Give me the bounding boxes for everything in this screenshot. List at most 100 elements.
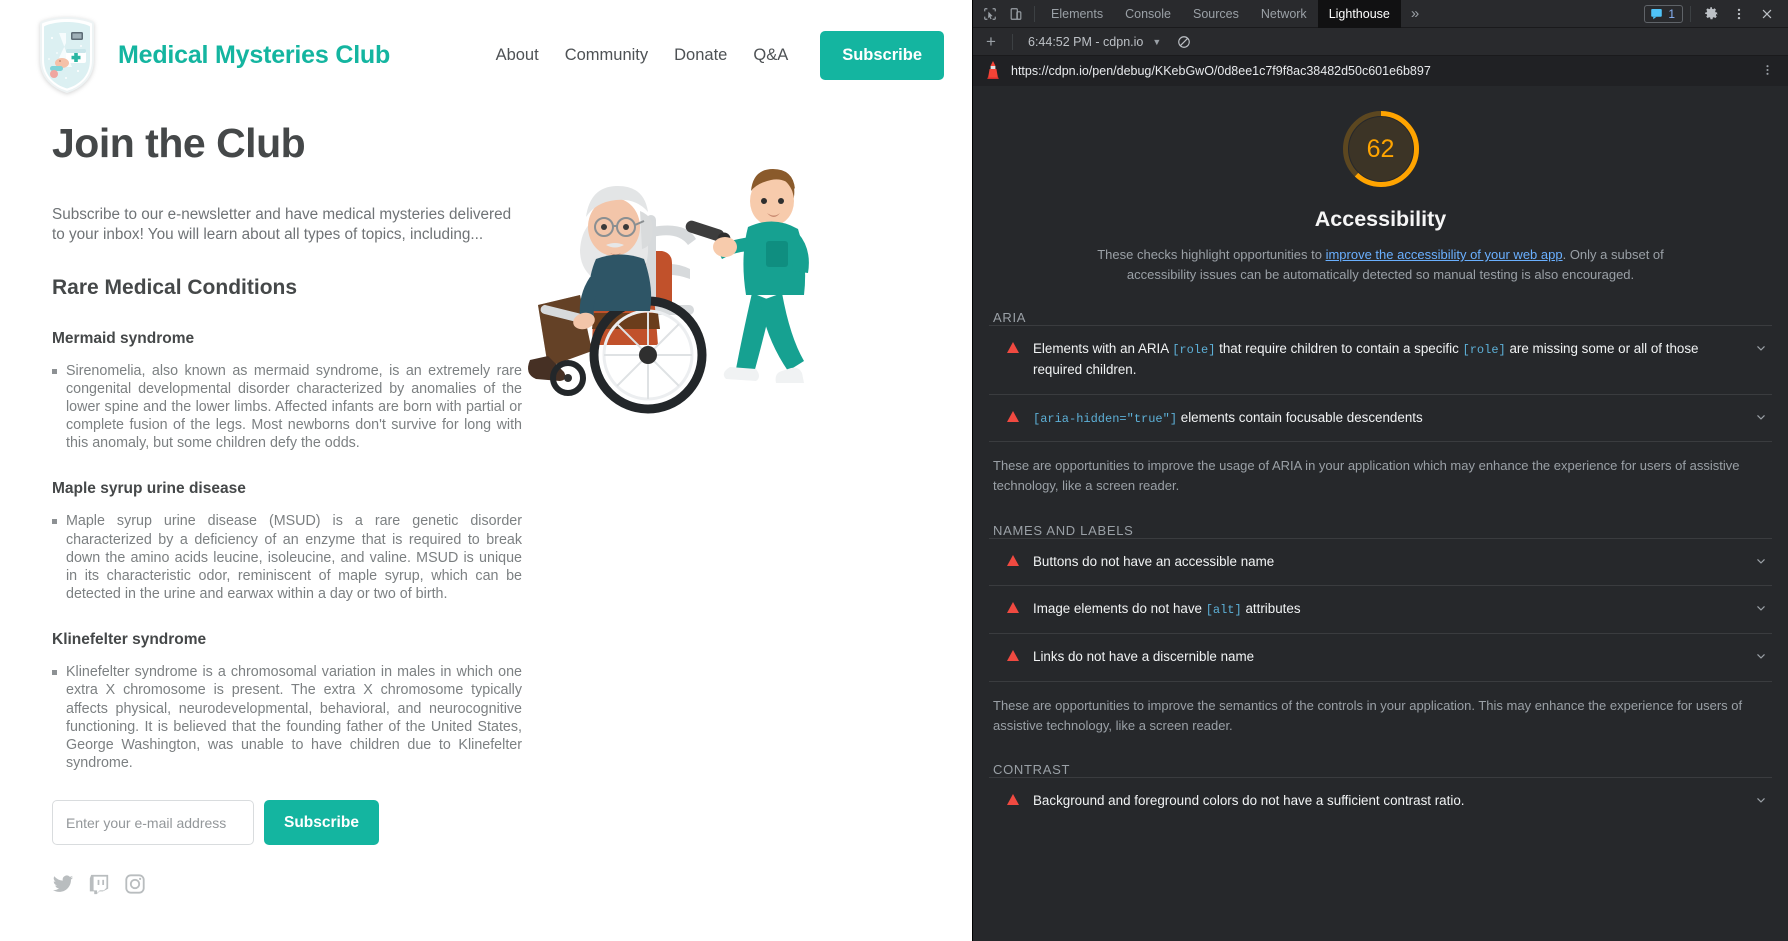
list-item: Klinefelter syndrome is a chromosomal va… (52, 663, 522, 772)
audit-row[interactable]: Image elements do not have [alt] attribu… (989, 585, 1772, 633)
chevron-down-icon[interactable] (1754, 554, 1768, 571)
chevron-down-icon[interactable] (1754, 341, 1768, 358)
fail-icon (1007, 650, 1019, 662)
group-description-names-and-labels: These are opportunities to improve the s… (989, 680, 1772, 736)
audit-title: Links do not have a discernible name (1033, 647, 1740, 668)
report-url-bar: https://cdpn.io/pen/debug/KKebGwO/0d8ee1… (973, 56, 1788, 86)
audit-row[interactable]: Background and foreground colors do not … (989, 777, 1772, 825)
list-item: Maple syrup urine disease (MSUD) is a ra… (52, 512, 522, 603)
web-page-preview: Medical Mysteries Club About Community D… (0, 0, 972, 941)
settings-gear-icon[interactable] (1698, 2, 1724, 26)
audit-title: Buttons do not have an accessible name (1033, 552, 1740, 573)
group-title-aria: ARIA (993, 310, 1027, 325)
audit-title: Elements with an ARIA [role] that requir… (1033, 339, 1740, 381)
audit-code-part: [alt] (1205, 603, 1242, 618)
audit-title: [aria-hidden="true"] elements contain fo… (1033, 408, 1740, 429)
score-value: 62 (1366, 134, 1395, 163)
toolbar-divider-2 (1690, 5, 1691, 22)
tab-elements[interactable]: Elements (1040, 0, 1114, 28)
accessibility-score-gauge[interactable]: 62 (1340, 108, 1422, 190)
audit-text-part: Elements with an ARIA (1033, 341, 1173, 356)
form-subscribe-button[interactable]: Subscribe (264, 800, 379, 846)
issues-counter[interactable]: 1 (1644, 4, 1683, 23)
nav-item-community[interactable]: Community (565, 46, 648, 65)
audit-text-part: elements contain focusable descendents (1177, 409, 1423, 425)
close-devtools-icon[interactable] (1754, 2, 1780, 26)
medical-shield-logo-icon[interactable] (36, 16, 98, 94)
audit-text-part: that require children to contain a speci… (1215, 341, 1463, 356)
wheelchair-illustration (520, 155, 820, 440)
condition-title-klinefelter: Klinefelter syndrome (52, 631, 207, 649)
audit-text-part: Background and foreground colors do not … (1033, 793, 1465, 809)
main-navigation: About Community Donate Q&A Subscribe (496, 30, 944, 80)
devtools-toolbar-right: 1 (1644, 2, 1784, 26)
category-title: Accessibility (1314, 207, 1447, 231)
devtools-tabbar: Elements Console Sources Network Lightho… (973, 0, 1788, 28)
fail-icon (1007, 794, 1019, 806)
devtools-panel: Elements Console Sources Network Lightho… (972, 0, 1788, 941)
audit-row[interactable]: Elements with an ARIA [role] that requir… (989, 325, 1772, 394)
group-title-contrast: CONTRAST (993, 762, 1071, 778)
lighthouse-subbar: + 6:44:52 PM - cdpn.io ▼ (973, 28, 1788, 56)
audit-text-part: Links do not have a discernible name (1033, 649, 1255, 665)
condition-list-mermaid: Sirenomelia, also known as mermaid syndr… (52, 362, 522, 453)
report-url[interactable]: https://cdpn.io/pen/debug/KKebGwO/0d8ee1… (1011, 64, 1745, 78)
category-description: These checks highlight opportunities to … (1081, 245, 1681, 284)
audit-row[interactable]: [aria-hidden="true"] elements contain fo… (989, 393, 1772, 442)
audit-title: Image elements do not have [alt] attribu… (1033, 599, 1740, 620)
inspect-element-icon[interactable] (977, 2, 1003, 26)
social-links (52, 873, 932, 895)
condition-list-klinefelter: Klinefelter syndrome is a chromosomal va… (52, 663, 522, 772)
audit-text-part: attributes (1241, 601, 1301, 617)
instagram-icon[interactable] (124, 873, 146, 895)
email-field[interactable] (52, 800, 254, 846)
audit-row[interactable]: Links do not have a discernible name (989, 633, 1772, 681)
fail-icon (1007, 410, 1019, 422)
condition-list-msud: Maple syrup urine disease (MSUD) is a ra… (52, 512, 522, 603)
accessibility-doc-link[interactable]: improve the accessibility of your web ap… (1326, 247, 1563, 262)
chevron-down-icon[interactable] (1754, 649, 1768, 666)
chevron-down-icon[interactable] (1754, 601, 1768, 618)
tab-console[interactable]: Console (1114, 0, 1182, 28)
group-title-names-and-labels: NAMES AND LABELS (993, 522, 1134, 538)
tab-network[interactable]: Network (1250, 0, 1318, 28)
report-options-icon[interactable] (1755, 63, 1780, 80)
nav-item-about[interactable]: About (496, 46, 539, 65)
site-header: Medical Mysteries Club About Community D… (0, 0, 972, 110)
toolbar-divider (1034, 5, 1035, 22)
nav-item-qa[interactable]: Q&A (753, 46, 788, 65)
subbar-divider (1012, 33, 1013, 50)
brand-title[interactable]: Medical Mysteries Club (118, 41, 390, 70)
audit-code-part: [role] (1172, 343, 1216, 357)
more-tabs-icon[interactable]: » (1401, 5, 1429, 22)
report-run-selector[interactable]: 6:44:52 PM - cdpn.io (1028, 35, 1143, 49)
twitch-icon[interactable] (88, 873, 110, 895)
score-gauge-wrap: 62 Accessibility These checks highlight … (989, 86, 1772, 284)
issues-count-label: 1 (1668, 6, 1675, 21)
audit-code-part: [aria-hidden="true"] (1033, 411, 1178, 426)
fail-icon (1007, 602, 1019, 614)
chevron-down-icon[interactable] (1754, 793, 1768, 810)
new-report-button[interactable]: + (979, 33, 1003, 50)
chevron-down-icon[interactable] (1754, 410, 1768, 427)
condition-title-msud: Maple syrup urine disease (52, 480, 246, 498)
more-options-icon[interactable] (1726, 2, 1752, 26)
fail-icon (1007, 554, 1019, 566)
audit-code-part: [role] (1462, 343, 1506, 357)
twitter-icon[interactable] (52, 873, 74, 895)
list-item: Sirenomelia, also known as mermaid syndr… (52, 362, 522, 453)
audit-text-part: Buttons do not have an accessible name (1033, 553, 1275, 569)
tab-lighthouse[interactable]: Lighthouse (1317, 0, 1401, 28)
subscribe-form: Subscribe (52, 800, 932, 846)
audit-text-part: Image elements do not have (1033, 601, 1206, 617)
nav-item-donate[interactable]: Donate (674, 46, 727, 65)
tab-sources[interactable]: Sources (1182, 0, 1250, 28)
page-body: Join the Club Subscribe to our e-newslet… (0, 110, 972, 895)
device-toolbar-icon[interactable] (1003, 2, 1029, 26)
clear-report-icon[interactable] (1171, 30, 1197, 54)
audit-row[interactable]: Buttons do not have an accessible name (989, 537, 1772, 586)
fail-icon (1007, 342, 1019, 353)
lighthouse-report: 62 Accessibility These checks highlight … (973, 86, 1788, 941)
chevron-down-icon[interactable]: ▼ (1152, 37, 1161, 47)
header-subscribe-button[interactable]: Subscribe (820, 30, 944, 80)
